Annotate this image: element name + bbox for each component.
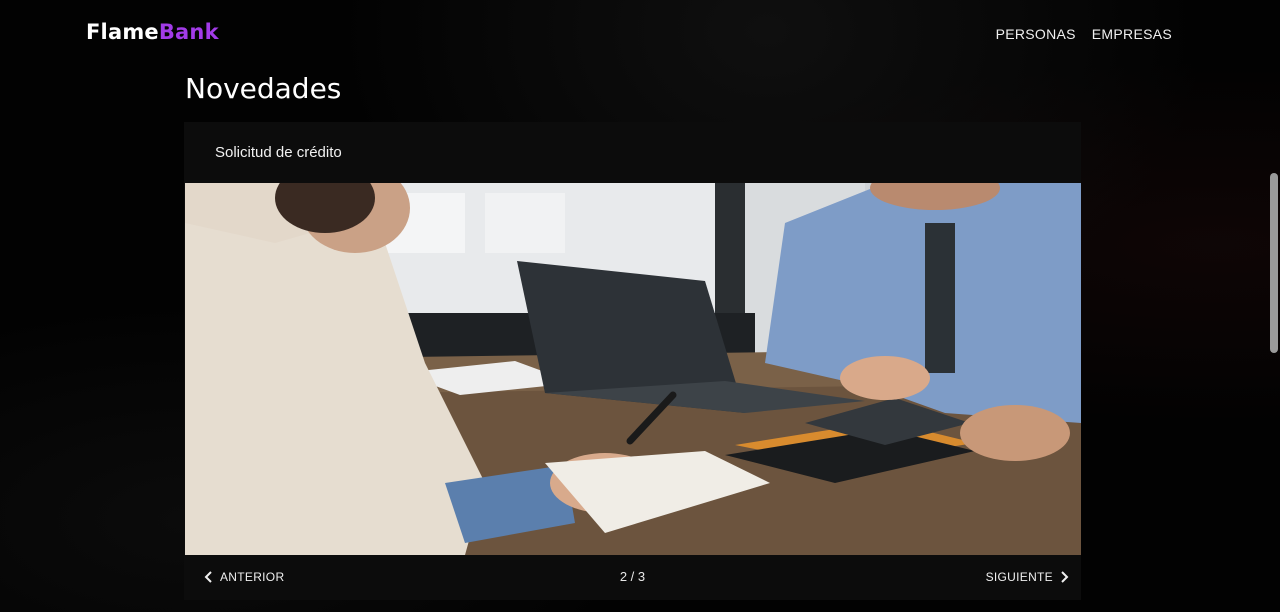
slide-title: Solicitud de crédito — [215, 144, 342, 161]
scrollbar-thumb[interactable] — [1270, 173, 1278, 353]
nav-link-personas[interactable]: PERSONAS — [996, 26, 1076, 42]
logo-text-bank: Bank — [158, 20, 219, 44]
page-scrollbar[interactable] — [1266, 0, 1280, 612]
chevron-right-icon — [1061, 571, 1069, 583]
news-carousel: Solicitud de crédito ANTERIOR 2 / 3 SIGU… — [184, 122, 1081, 600]
carousel-controls: ANTERIOR 2 / 3 SIGUIENTE — [184, 555, 1081, 600]
page-title: Novedades — [185, 72, 342, 105]
slide-image — [185, 183, 1081, 555]
logo-text-flame: Flame — [86, 20, 159, 44]
next-button[interactable]: SIGUIENTE — [986, 570, 1069, 584]
nav-link-empresas[interactable]: EMPRESAS — [1092, 26, 1172, 42]
next-label: SIGUIENTE — [985, 570, 1053, 584]
main-nav: PERSONAS EMPRESAS — [996, 26, 1172, 42]
top-header: FlameBank PERSONAS EMPRESAS — [0, 0, 1280, 70]
slide-counter: 2 / 3 — [619, 569, 646, 584]
flamebank-logo[interactable]: FlameBank — [86, 20, 219, 44]
